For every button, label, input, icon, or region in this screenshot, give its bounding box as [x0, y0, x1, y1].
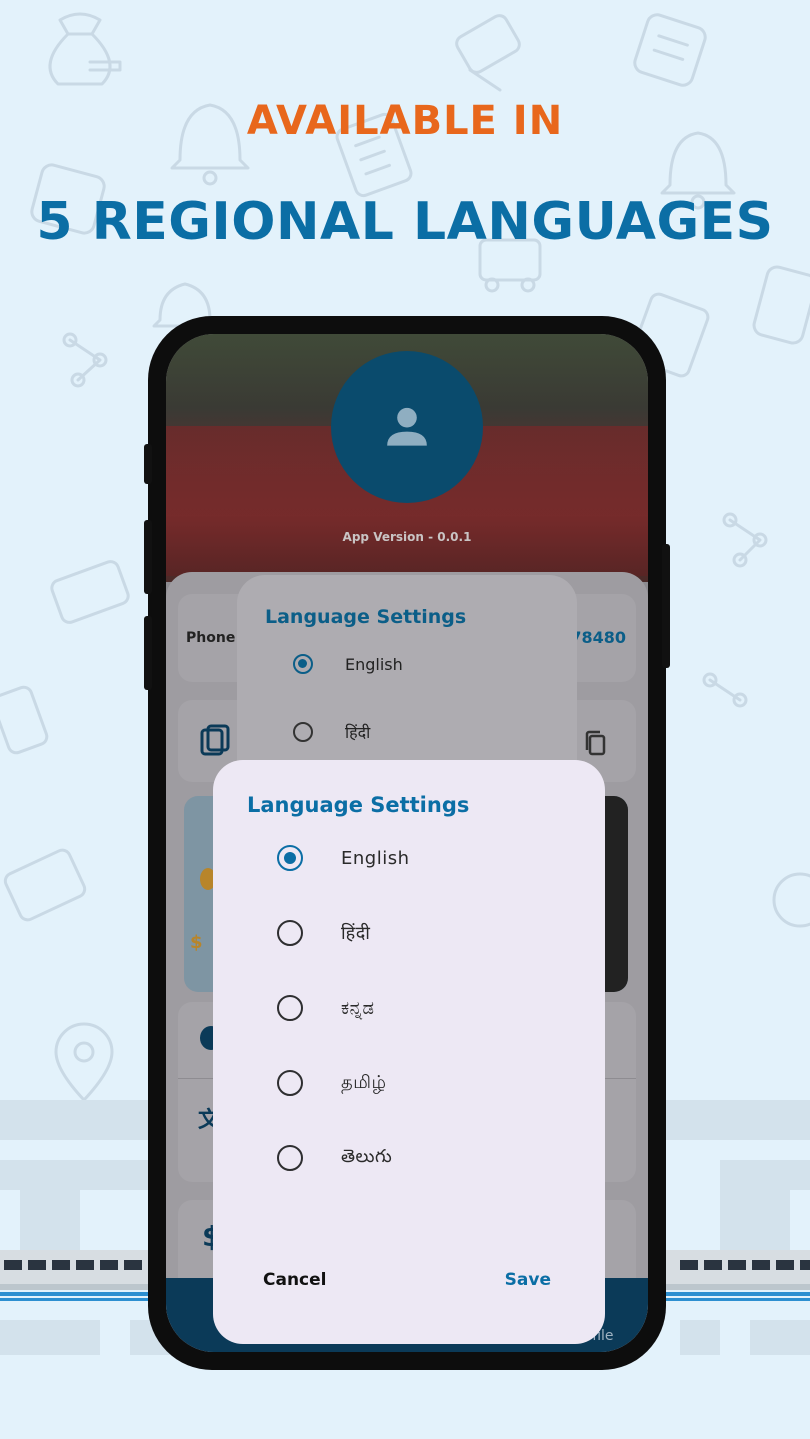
- save-button[interactable]: Save: [505, 1270, 551, 1290]
- language-option-hindi[interactable]: हिंदी: [277, 916, 370, 950]
- option-label: हिंदी: [345, 723, 371, 742]
- option-label: English: [341, 847, 410, 869]
- share-icon[interactable]: [200, 724, 230, 758]
- dollar-icon: $: [190, 932, 203, 953]
- radio-unselected[interactable]: [277, 920, 303, 946]
- money-bag-icon: [48, 12, 122, 86]
- option-label: English: [345, 654, 403, 674]
- phone-power-button: [662, 544, 670, 668]
- copy-icon[interactable]: [584, 730, 608, 758]
- network-icon-left: [62, 332, 108, 388]
- language-option-telugu[interactable]: తెలుగు: [277, 1141, 392, 1175]
- network-icon: [722, 512, 768, 568]
- option-label: हिंदी: [341, 923, 371, 944]
- radio-unselected[interactable]: [277, 1145, 303, 1171]
- language-option-english: English: [293, 649, 403, 679]
- train-icon-left: [50, 560, 130, 624]
- radio-selected[interactable]: [277, 845, 303, 871]
- language-option-kannada[interactable]: ಕನ್ನಡ: [277, 991, 375, 1025]
- train-icon-far-left: [0, 685, 49, 755]
- language-option-tamil[interactable]: தமிழ்: [277, 1066, 386, 1100]
- language-option-hindi: हिंदी: [293, 717, 370, 747]
- wallet-icon: [3, 848, 87, 922]
- avatar[interactable]: [331, 351, 483, 503]
- dialog-title: Language Settings: [265, 606, 467, 628]
- phone-volume-down-button: [144, 616, 152, 690]
- option-label: ಕನ್ನಡ: [341, 997, 375, 1019]
- person-icon: [387, 407, 427, 446]
- option-label: தமிழ்: [341, 1071, 387, 1093]
- payment-hand-icon: [455, 14, 521, 92]
- network-icon-mid-right: [702, 672, 748, 708]
- phone-label: Phone: [186, 630, 236, 646]
- option-label: తెలుగు: [341, 1145, 393, 1167]
- radio-unselected[interactable]: [277, 995, 303, 1021]
- tagline: AVAILABLE IN: [246, 98, 564, 144]
- headline: 5 REGIONAL LANGUAGES: [36, 192, 774, 252]
- phone-volume-up-button: [144, 520, 152, 594]
- phone-side-button: [144, 444, 152, 484]
- gear-icon-right: [772, 872, 810, 928]
- ticket-icon: [633, 13, 707, 87]
- app-version-text: App Version - 0.0.1: [342, 530, 472, 544]
- radio-unselected[interactable]: [277, 1070, 303, 1096]
- language-option-english[interactable]: English: [277, 841, 410, 875]
- cancel-button[interactable]: Cancel: [263, 1270, 326, 1290]
- radio-unselected: [293, 722, 313, 742]
- radio-selected: [293, 654, 313, 674]
- dialog-title: Language Settings: [247, 793, 470, 817]
- language-settings-dialog: Language Settings English हिंदी ಕನ್ನಡ தம…: [213, 760, 605, 1344]
- bag-icon-right: [752, 265, 810, 345]
- location-pin-icon: [54, 1022, 114, 1102]
- phone-number: 78480: [570, 628, 626, 647]
